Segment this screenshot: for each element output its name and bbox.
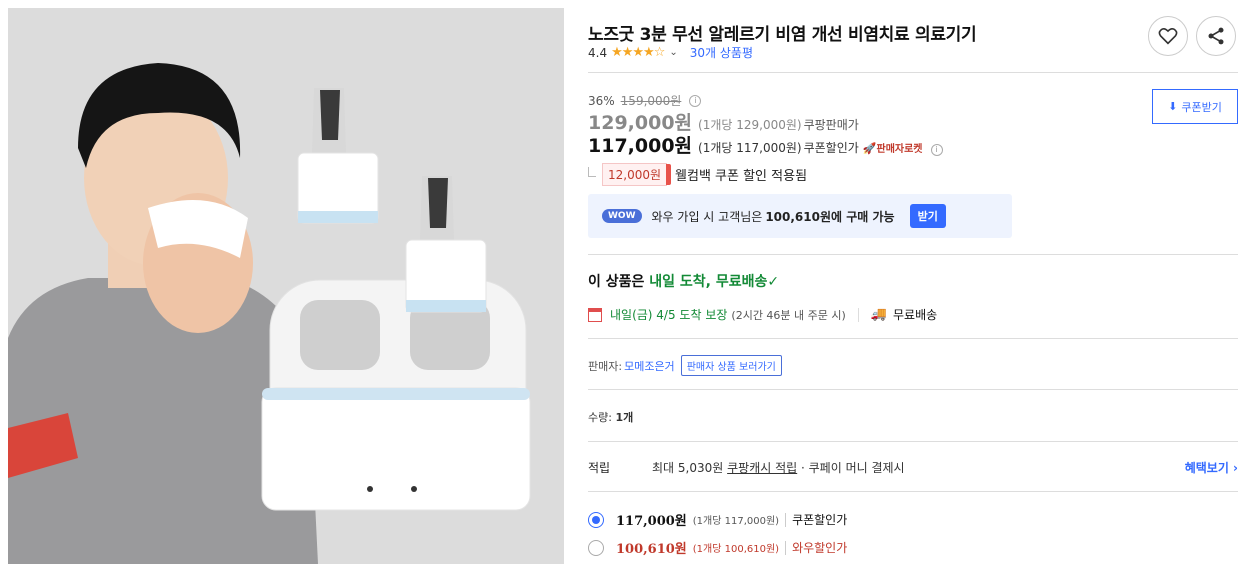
reward-rest: · 쿠페이 머니 결제시 (801, 461, 905, 475)
option-radio[interactable] (588, 539, 604, 556)
option-unit-price: (1개당 100,610원) (692, 544, 780, 555)
delivery-headline: 이 상품은 내일 도착, 무료배송✓ (588, 271, 779, 291)
wow-text: 와우 가입 시 고객님은 (651, 209, 763, 224)
original-price: 159,000원 (620, 94, 682, 108)
coupang-cash-link[interactable]: 쿠팡캐시 적립 (727, 461, 797, 475)
option-label: 쿠폰할인가 (792, 513, 848, 527)
rocket-icon: 🚀 (862, 142, 877, 155)
truck-icon: 🚚 (870, 307, 887, 322)
wow-get-button[interactable]: 받기 (909, 204, 946, 228)
delivery-row: 내일(금) 4/5 도착 보장 (2시간 46분 내 주문 시) 🚚 무료배송 (588, 306, 937, 323)
reward-max: 최대 5,030원 (652, 461, 724, 475)
option-label: 와우할인가 (792, 541, 848, 555)
quantity-value: 1개 (615, 411, 634, 424)
original-price-row: 36% 159,000원 i (588, 92, 702, 109)
reward-row: 적립 최대 5,030원 쿠팡캐시 적립 · 쿠페이 머니 결제시 혜택보기 › (588, 459, 1238, 476)
product-info-panel: 노즈굿 3분 무선 알레르기 비염 개선 비염치료 의료기기 4.4 ★★★★☆… (588, 0, 1238, 574)
coupon-price-label: 쿠폰할인가 (803, 141, 859, 155)
elbow-connector (588, 166, 596, 177)
share-button[interactable] (1196, 16, 1236, 56)
download-icon: ⬇ (1168, 100, 1178, 113)
seller-products-button[interactable]: 판매자 상품 보러가기 (680, 355, 782, 376)
wow-membership-box: WOW 와우 가입 시 고객님은 100,610원에 구매 가능 받기 (588, 194, 1012, 238)
wow-badge: WOW (602, 209, 642, 223)
coupon-price-row: 117,000원 (1개당 117,000원) 쿠폰할인가 🚀판매자로켓 i (588, 131, 943, 158)
seller-rocket-badge: 🚀판매자로켓 (862, 142, 923, 155)
price-option-coupon[interactable]: 117,000원 (1개당 117,000원) 쿠폰할인가 (588, 510, 847, 529)
seller-name-link[interactable]: 모메조은거 (624, 358, 675, 374)
info-icon[interactable]: i (689, 94, 702, 107)
price-option-wow[interactable]: 100,610원 (1개당 100,610원) 와우할인가 (588, 538, 847, 557)
view-benefits-link[interactable]: 혜택보기 › (1185, 459, 1238, 476)
info-icon[interactable]: i (930, 143, 943, 156)
arrival-note: (2시간 46분 내 주문 시) (731, 308, 846, 322)
wishlist-button[interactable] (1148, 16, 1188, 56)
seller-label: 판매자: (588, 359, 623, 373)
calendar-icon (588, 307, 602, 322)
divider (588, 389, 1238, 390)
chevron-down-icon[interactable]: ⌄ (669, 47, 677, 58)
reward-label: 적립 (588, 461, 611, 475)
separator (785, 512, 787, 527)
share-icon (1208, 27, 1224, 45)
free-shipping-label: 무료배송 (893, 308, 938, 322)
divider (588, 338, 1238, 339)
reward-text: 최대 5,030원 쿠팡캐시 적립 · 쿠페이 머니 결제시 (652, 459, 905, 476)
product-title: 노즈굿 3분 무선 알레르기 비염 개선 비염치료 의료기기 (588, 25, 977, 45)
coupon-amount-tag: 12,000원 (602, 163, 672, 186)
heart-icon (1158, 28, 1178, 45)
divider (588, 441, 1238, 442)
welcome-coupon-row: 12,000원 웰컴백 쿠폰 할인 적용됨 (588, 163, 807, 186)
divider (588, 491, 1238, 492)
divider (588, 254, 1238, 255)
option-radio-selected[interactable] (588, 511, 604, 528)
checkmark-icon: ✓ (767, 274, 780, 290)
coupon-button-label: 쿠폰받기 (1181, 100, 1222, 114)
divider (588, 72, 1238, 73)
product-image (8, 8, 564, 564)
option-price: 100,610원 (616, 542, 687, 557)
separator (785, 540, 787, 555)
delivery-title-prefix: 이 상품은 (588, 274, 645, 290)
star-rating-icon: ★★★★☆ (611, 45, 665, 60)
wow-amount: 100,610원에 구매 가능 (765, 209, 895, 224)
delivery-title-green: 내일 도착, 무료배송 (649, 274, 768, 290)
separator (857, 307, 859, 322)
quantity-label: 수량: (588, 411, 612, 424)
coupon-price: 117,000원 (588, 135, 693, 157)
discount-rate: 36% (588, 93, 615, 108)
arrival-guarantee: 내일(금) 4/5 도착 보장 (610, 308, 728, 322)
option-unit-price: (1개당 117,000원) (692, 516, 780, 527)
rating-value: 4.4 (588, 45, 608, 60)
quantity-row: 수량: 1개 (588, 409, 633, 425)
download-coupon-button[interactable]: ⬇ 쿠폰받기 (1152, 89, 1238, 124)
review-count-link[interactable]: 30개 상품평 (690, 44, 753, 61)
option-price: 117,000원 (616, 514, 687, 529)
seller-row: 판매자: 모메조은거 판매자 상품 보러가기 (588, 355, 782, 376)
coupon-unit-price: (1개당 117,000원) (698, 141, 802, 155)
rating-row: 4.4 ★★★★☆ ⌄ 30개 상품평 (588, 44, 753, 61)
welcome-coupon-text: 웰컴백 쿠폰 할인 적용됨 (675, 169, 808, 184)
